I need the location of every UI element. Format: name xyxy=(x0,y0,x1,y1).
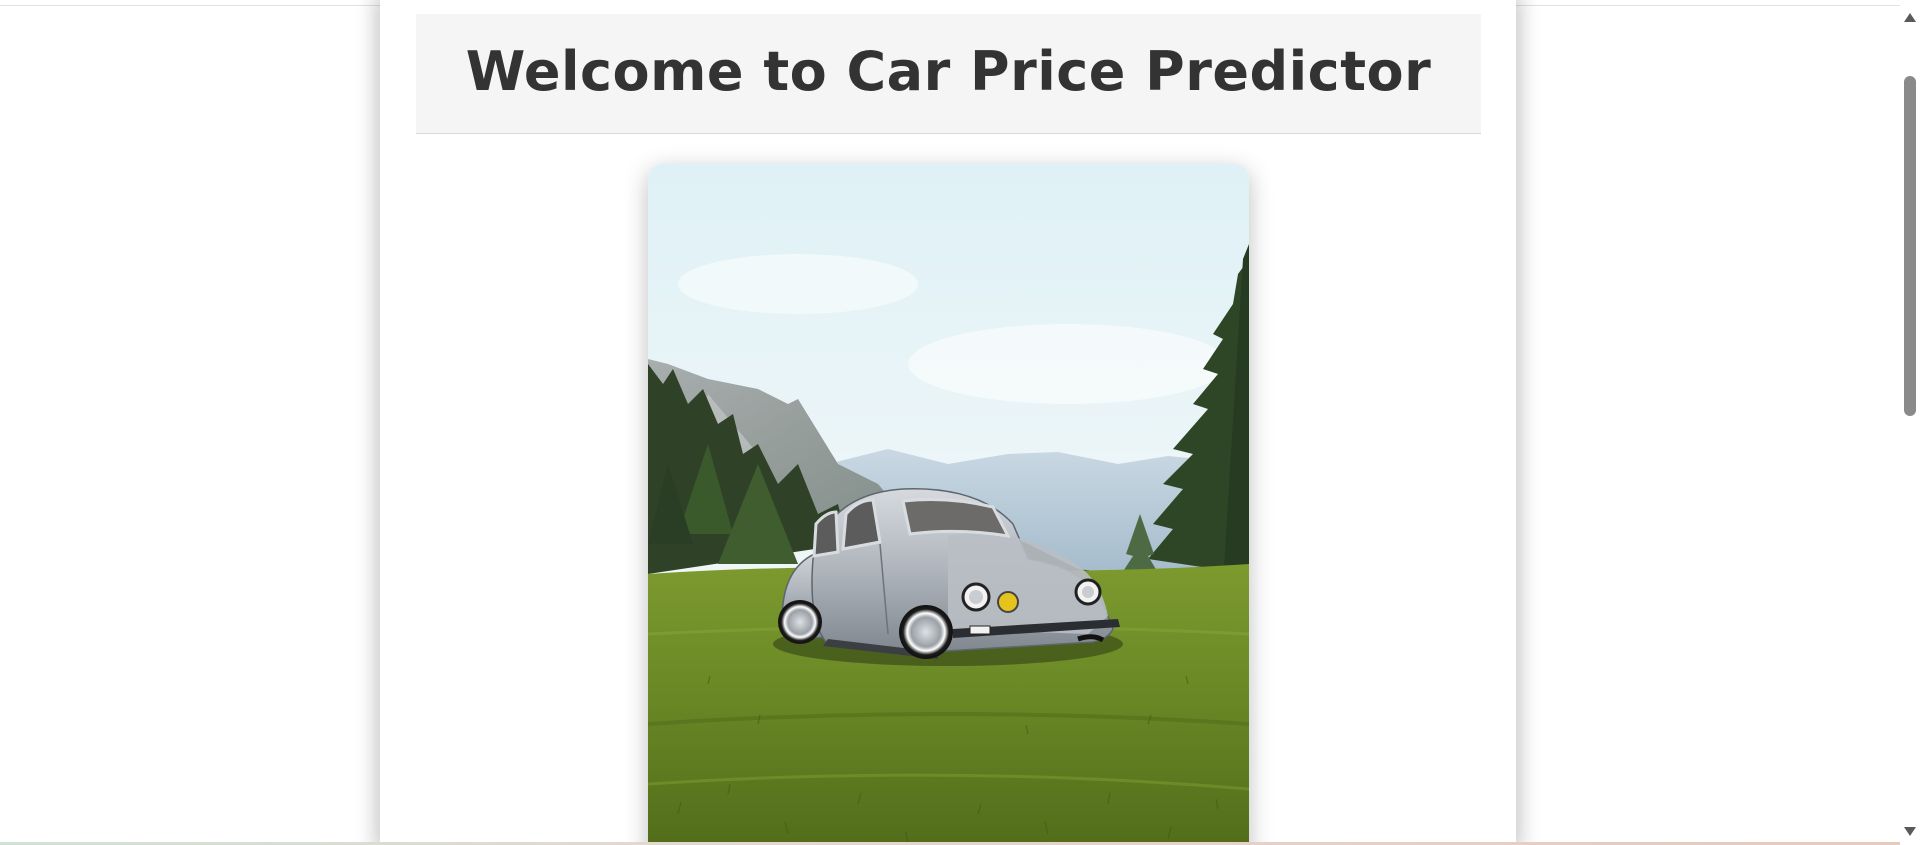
page-title: Welcome to Car Price Predictor xyxy=(465,39,1432,103)
vertical-scrollbar[interactable] xyxy=(1900,0,1920,845)
scroll-up-icon[interactable] xyxy=(1904,13,1916,22)
page-header: Welcome to Car Price Predictor xyxy=(416,14,1481,134)
page-container: Welcome to Car Price Predictor xyxy=(380,0,1516,845)
browser-viewport: Welcome to Car Price Predictor xyxy=(0,0,1920,845)
scroll-down-icon[interactable] xyxy=(1904,827,1916,836)
scroll-thumb[interactable] xyxy=(1904,76,1916,416)
hero-car-image xyxy=(648,164,1249,845)
